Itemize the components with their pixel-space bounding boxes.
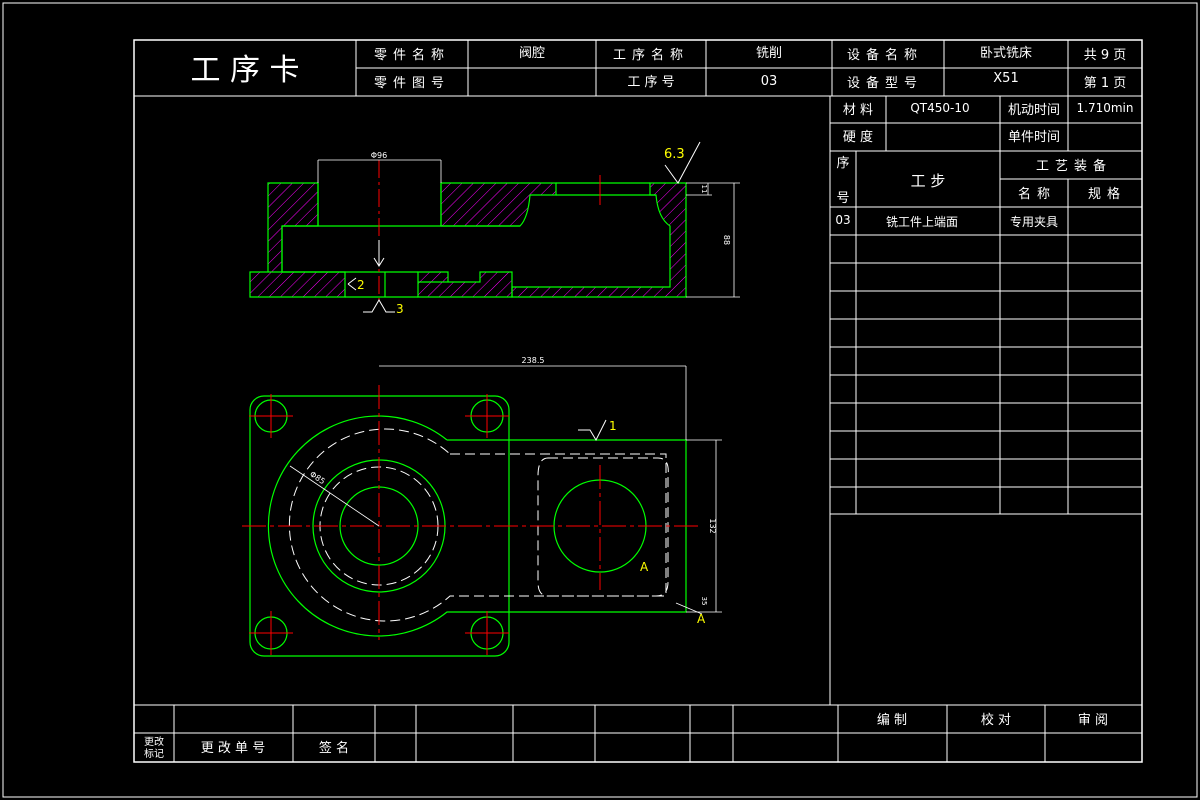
inner-frame bbox=[133, 39, 1143, 763]
equipment-name-label: 名称 bbox=[1018, 186, 1056, 202]
card-title: 工 序 卡 bbox=[190, 53, 299, 88]
section-view: Φ96 88 11 6.3 2 3 bbox=[249, 141, 740, 316]
step-row-desc: 铣工件上端面 bbox=[886, 215, 958, 229]
dim-line-diameter bbox=[289, 465, 380, 527]
plan-center-lines bbox=[242, 385, 700, 655]
change-number-label: 更 改 单 号 bbox=[201, 741, 265, 756]
hardness-label: 硬 度 bbox=[843, 129, 873, 145]
machine-time-label: 机动时间 bbox=[1008, 103, 1060, 118]
equip-name-label: 设备名称 bbox=[847, 47, 923, 63]
part-name-value: 阀腔 bbox=[519, 46, 545, 61]
sign-label: 签 名 bbox=[319, 740, 349, 756]
step-row-fixture: 专用夹具 bbox=[1010, 214, 1058, 229]
section-hatch-bottom bbox=[417, 271, 513, 298]
section-hatch-left bbox=[249, 182, 346, 298]
dim-width: 132 bbox=[708, 518, 717, 533]
check-label: 校 对 bbox=[981, 712, 1011, 728]
plan-view: 238.5 132 Φ85 35 1 A A bbox=[242, 356, 722, 657]
page-number: 第 1 页 bbox=[1084, 76, 1127, 91]
dim-small-bottom: 35 bbox=[700, 597, 708, 606]
dim-height: 88 bbox=[722, 235, 731, 245]
material-label: 材 料 bbox=[843, 103, 873, 118]
change-mark-label-1: 更改 bbox=[144, 735, 164, 748]
dim-small: 11 bbox=[700, 185, 708, 194]
change-mark-label-2: 标记 bbox=[144, 748, 164, 760]
machine-time-value: 1.710min bbox=[1077, 101, 1134, 115]
step-row-seq: 03 bbox=[835, 213, 850, 227]
material-value: QT450-10 bbox=[910, 101, 969, 115]
step-label: 工 步 bbox=[911, 172, 946, 190]
process-name-value: 铣削 bbox=[756, 46, 782, 61]
roughness-1: 1 bbox=[609, 419, 617, 433]
equip-name-value: 卧式铣床 bbox=[980, 46, 1032, 61]
total-pages: 共 9 页 bbox=[1084, 48, 1127, 63]
dim-top-width: Φ96 bbox=[371, 151, 387, 160]
seq-label-bottom: 号 bbox=[836, 191, 849, 206]
part-drawing-label: 零件图号 bbox=[374, 76, 450, 91]
seq-label-top: 序 bbox=[836, 156, 849, 171]
dim-length: 238.5 bbox=[522, 356, 545, 365]
outer-border bbox=[2, 2, 1198, 798]
mark-a: A bbox=[640, 560, 649, 574]
equipment-label: 工艺装备 bbox=[1036, 158, 1112, 174]
right-pocket-dashed bbox=[537, 457, 669, 597]
mark-2: 2 bbox=[357, 278, 365, 292]
process-no-label: 工 序 号 bbox=[627, 75, 674, 90]
roughness-top: 6.3 bbox=[664, 147, 685, 162]
process-card-sheet: 工 序 卡 零件名称 阀腔 零件图号 工序名称 铣削 工 序 号 03 设备名称… bbox=[2, 2, 1198, 798]
process-name-label: 工序名称 bbox=[613, 47, 689, 63]
section-hatch-middle bbox=[440, 182, 557, 227]
section-hatch-right bbox=[511, 182, 687, 298]
roughness-symbol-plan bbox=[578, 419, 607, 442]
mark-3: 3 bbox=[396, 302, 404, 316]
review-label: 审 阅 bbox=[1078, 713, 1108, 728]
equipment-spec-label: 规格 bbox=[1088, 186, 1126, 202]
dim-diameter: Φ85 bbox=[308, 470, 327, 487]
equip-model-value: X51 bbox=[993, 71, 1018, 86]
compile-label: 编 制 bbox=[877, 713, 907, 728]
mark-a-2: A bbox=[697, 612, 706, 626]
equip-model-label: 设备型号 bbox=[847, 75, 923, 91]
part-name-label: 零件名称 bbox=[374, 47, 450, 63]
process-no-value: 03 bbox=[761, 74, 778, 89]
unit-time-label: 单件时间 bbox=[1008, 130, 1060, 145]
